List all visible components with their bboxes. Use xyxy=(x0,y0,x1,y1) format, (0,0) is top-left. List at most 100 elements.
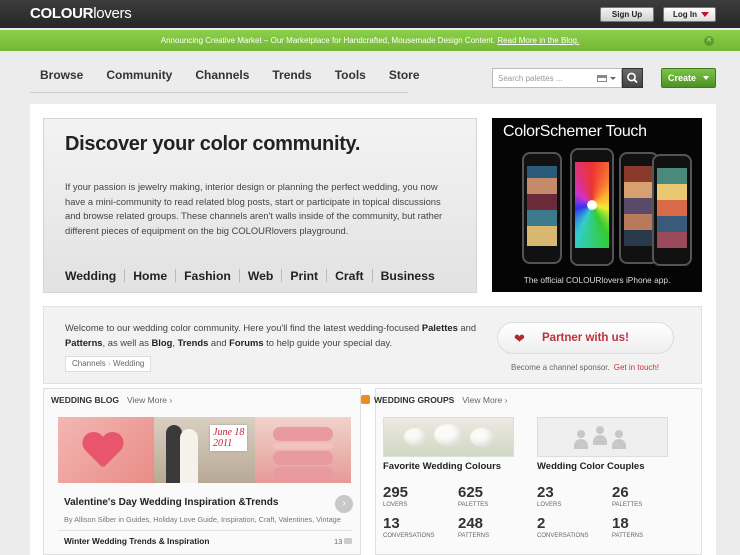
separator xyxy=(281,269,283,282)
nav-browse[interactable]: Browse xyxy=(40,68,83,82)
separator xyxy=(175,269,177,282)
stat-conversations: 13 xyxy=(383,515,400,532)
colorschemer-ad[interactable]: ColorSchemer Touch The official COLOURlo… xyxy=(492,118,702,292)
caret-down-icon xyxy=(703,76,709,80)
breadcrumb-channels[interactable]: Channels xyxy=(72,359,106,368)
partner-button[interactable]: ❤ Partner with us! xyxy=(497,322,674,354)
ad-caption: The official COLOURlovers iPhone app. xyxy=(523,275,671,285)
blog-header-label: WEDDING BLOG xyxy=(51,395,119,405)
channel-wedding[interactable]: Wedding xyxy=(65,269,116,283)
comment-bubble-icon xyxy=(344,538,353,544)
blog-post-title[interactable]: Valentine's Day Wedding Inspiration &Tre… xyxy=(64,497,278,508)
flower-shape xyxy=(404,428,426,446)
trends-link[interactable]: Trends xyxy=(178,337,209,348)
blog-view-more-link[interactable]: View More › xyxy=(127,395,172,405)
ad-title: ColorSchemer Touch xyxy=(503,123,647,140)
separator xyxy=(124,269,126,282)
main-nav: Browse Community Channels Trends Tools Store xyxy=(30,66,443,90)
sponsor-label: Become a channel sponsor. xyxy=(511,363,610,372)
nav-trends[interactable]: Trends xyxy=(272,68,311,82)
channel-fashion[interactable]: Fashion xyxy=(184,269,231,283)
channel-craft[interactable]: Craft xyxy=(335,269,363,283)
groups-header-label: WEDDING GROUPS xyxy=(374,395,455,405)
blog-post-meta: By Allison Silber in Guides, Holiday Lov… xyxy=(64,515,341,524)
groups-view-more-link[interactable]: View More › xyxy=(462,395,507,405)
comment-count-value: 13 xyxy=(334,537,343,546)
flower-shape xyxy=(434,424,462,446)
stat-label: PALETTES xyxy=(612,502,643,508)
nav-channels[interactable]: Channels xyxy=(195,68,249,82)
group-name-couples[interactable]: Wedding Color Couples xyxy=(537,461,645,472)
nav-community[interactable]: Community xyxy=(106,68,172,82)
date-card: June 18 2011 xyxy=(210,425,248,451)
welcome-text-part: and xyxy=(457,322,477,333)
sponsor-text: Become a channel sponsor. Get in touch! xyxy=(511,363,659,372)
chevron-right-icon[interactable]: › xyxy=(335,495,353,513)
sign-up-button[interactable]: Sign Up xyxy=(600,7,654,22)
search-button[interactable] xyxy=(622,68,643,88)
phone-image xyxy=(570,148,614,266)
patterns-link[interactable]: Patterns xyxy=(65,337,103,348)
comment-count[interactable]: 13 xyxy=(334,537,353,546)
group-image-favorite[interactable] xyxy=(383,417,514,457)
close-icon[interactable]: ✕ xyxy=(704,36,714,46)
welcome-text: Welcome to our wedding color community. … xyxy=(65,320,485,350)
filter-icon[interactable] xyxy=(597,75,607,82)
top-bar: COLOURlovers Sign Up Log In xyxy=(0,0,740,28)
heart-icon xyxy=(82,433,124,467)
create-button[interactable]: Create xyxy=(661,68,716,88)
blog-image-couple[interactable]: June 18 2011 xyxy=(154,417,255,483)
hero-description: If your passion is jewelry making, inter… xyxy=(65,181,443,237)
person-icon xyxy=(612,430,626,450)
blog-image-heart[interactable] xyxy=(58,417,154,483)
blog-post-title-2[interactable]: Winter Wedding Trends & Inspiration xyxy=(64,536,209,546)
caret-down-icon xyxy=(701,12,709,17)
welcome-text-part: to help guide your special day. xyxy=(263,337,393,348)
channel-home[interactable]: Home xyxy=(133,269,167,283)
flower-shape xyxy=(470,428,494,447)
group-name-favorite[interactable]: Favorite Wedding Colours xyxy=(383,461,501,472)
channel-print[interactable]: Print xyxy=(290,269,318,283)
stat-patterns: 248 xyxy=(458,515,484,532)
group-image-couples[interactable] xyxy=(537,417,668,457)
get-in-touch-link[interactable]: Get in touch! xyxy=(614,363,659,372)
search-placeholder: Search palettes ... xyxy=(498,74,563,83)
forums-link[interactable]: Forums xyxy=(229,337,263,348)
blog-link[interactable]: Blog xyxy=(152,337,173,348)
log-in-button[interactable]: Log In xyxy=(663,7,716,22)
chevron-down-icon[interactable] xyxy=(610,77,616,80)
person-icon xyxy=(593,426,607,446)
channel-links: Wedding Home Fashion Web Print Craft Business xyxy=(65,267,435,285)
nav-tools[interactable]: Tools xyxy=(335,68,366,82)
search-icon xyxy=(627,72,638,84)
announcement-link[interactable]: Read More in the Blog. xyxy=(497,36,579,45)
partner-label: Partner with us! xyxy=(542,332,629,344)
channel-business[interactable]: Business xyxy=(381,269,435,283)
colourlovers-logo[interactable]: COLOURlovers xyxy=(30,5,132,22)
stat-label: CONVERSATIONS xyxy=(537,533,589,539)
macaron-shape xyxy=(273,467,333,481)
stat-lovers: 295 xyxy=(383,484,409,501)
macaron-shape xyxy=(273,443,333,449)
macaron-shape xyxy=(273,427,333,441)
create-label: Create xyxy=(668,73,697,83)
stat-label: LOVERS xyxy=(383,502,408,508)
welcome-panel: Welcome to our wedding color community. … xyxy=(43,306,702,384)
breadcrumb-wedding[interactable]: Wedding xyxy=(113,359,144,368)
stat-label: LOVERS xyxy=(537,502,562,508)
stat-label: CONVERSATIONS xyxy=(383,533,435,539)
separator xyxy=(326,269,328,282)
nav-divider xyxy=(30,92,408,93)
stat-label: PALETTES xyxy=(458,502,489,508)
search-input[interactable]: Search palettes ... xyxy=(492,68,622,88)
palettes-link[interactable]: Palettes xyxy=(422,322,458,333)
blog-divider xyxy=(58,530,352,531)
wedding-blog-header: WEDDING BLOG View More › xyxy=(51,395,172,409)
nav-store[interactable]: Store xyxy=(389,68,420,82)
welcome-text-part: and xyxy=(208,337,230,348)
channel-web[interactable]: Web xyxy=(248,269,274,283)
rss-icon[interactable] xyxy=(361,395,370,404)
hero-title: Discover your color community. xyxy=(65,133,361,155)
blog-image-macarons[interactable] xyxy=(255,417,351,483)
stat-palettes: 26 xyxy=(612,484,629,501)
